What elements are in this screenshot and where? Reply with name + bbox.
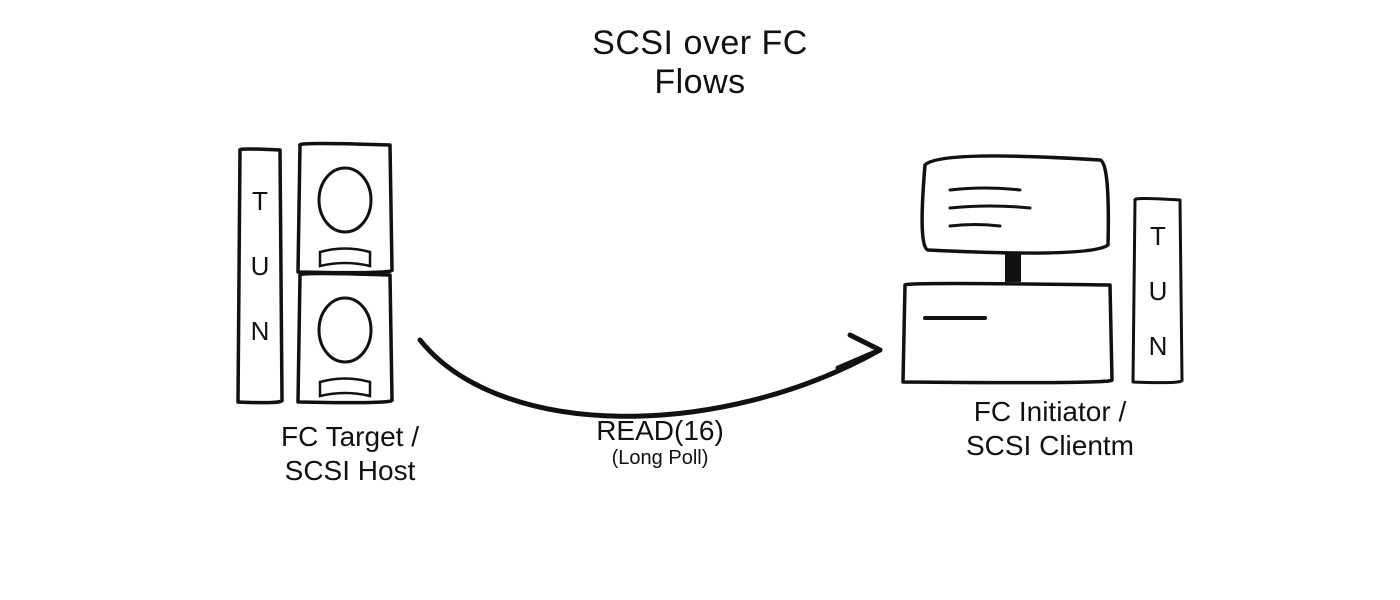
arrow-label-sub: (Long Poll) bbox=[530, 447, 790, 470]
fc-target-label-line1: FC Target / bbox=[281, 421, 419, 452]
computer-base-icon bbox=[903, 284, 1112, 383]
left-tun-block: T U N bbox=[238, 149, 282, 403]
right-tun-letter-t: T bbox=[1150, 221, 1166, 251]
fc-initiator-label-line1: FC Initiator / bbox=[974, 396, 1126, 427]
fc-target-group: T U N bbox=[238, 144, 392, 403]
fc-target-label: FC Target / SCSI Host bbox=[220, 420, 480, 487]
right-tun-letter-n: N bbox=[1149, 331, 1168, 361]
fc-initiator-group: T U N bbox=[903, 156, 1182, 383]
disk-drive-bottom bbox=[298, 274, 392, 403]
diagram-stage: SCSI over FC Flows T U N bbox=[0, 0, 1400, 600]
arrow-label: READ(16) (Long Poll) bbox=[530, 415, 790, 470]
fc-target-label-line2: SCSI Host bbox=[220, 454, 480, 488]
left-tun-letter-u: U bbox=[251, 251, 270, 281]
arrow-label-main: READ(16) bbox=[530, 415, 790, 447]
flow-arrow bbox=[420, 335, 880, 416]
fc-initiator-label: FC Initiator / SCSI Clientm bbox=[900, 395, 1200, 462]
monitor-icon bbox=[922, 156, 1108, 282]
right-tun-block: T U N bbox=[1133, 199, 1182, 383]
diagram-svg: T U N bbox=[0, 0, 1400, 600]
left-tun-letter-t: T bbox=[252, 186, 268, 216]
disk-drive-top bbox=[298, 144, 392, 273]
right-tun-letter-u: U bbox=[1149, 276, 1168, 306]
left-tun-letter-n: N bbox=[251, 316, 270, 346]
fc-initiator-label-line2: SCSI Clientm bbox=[900, 429, 1200, 463]
